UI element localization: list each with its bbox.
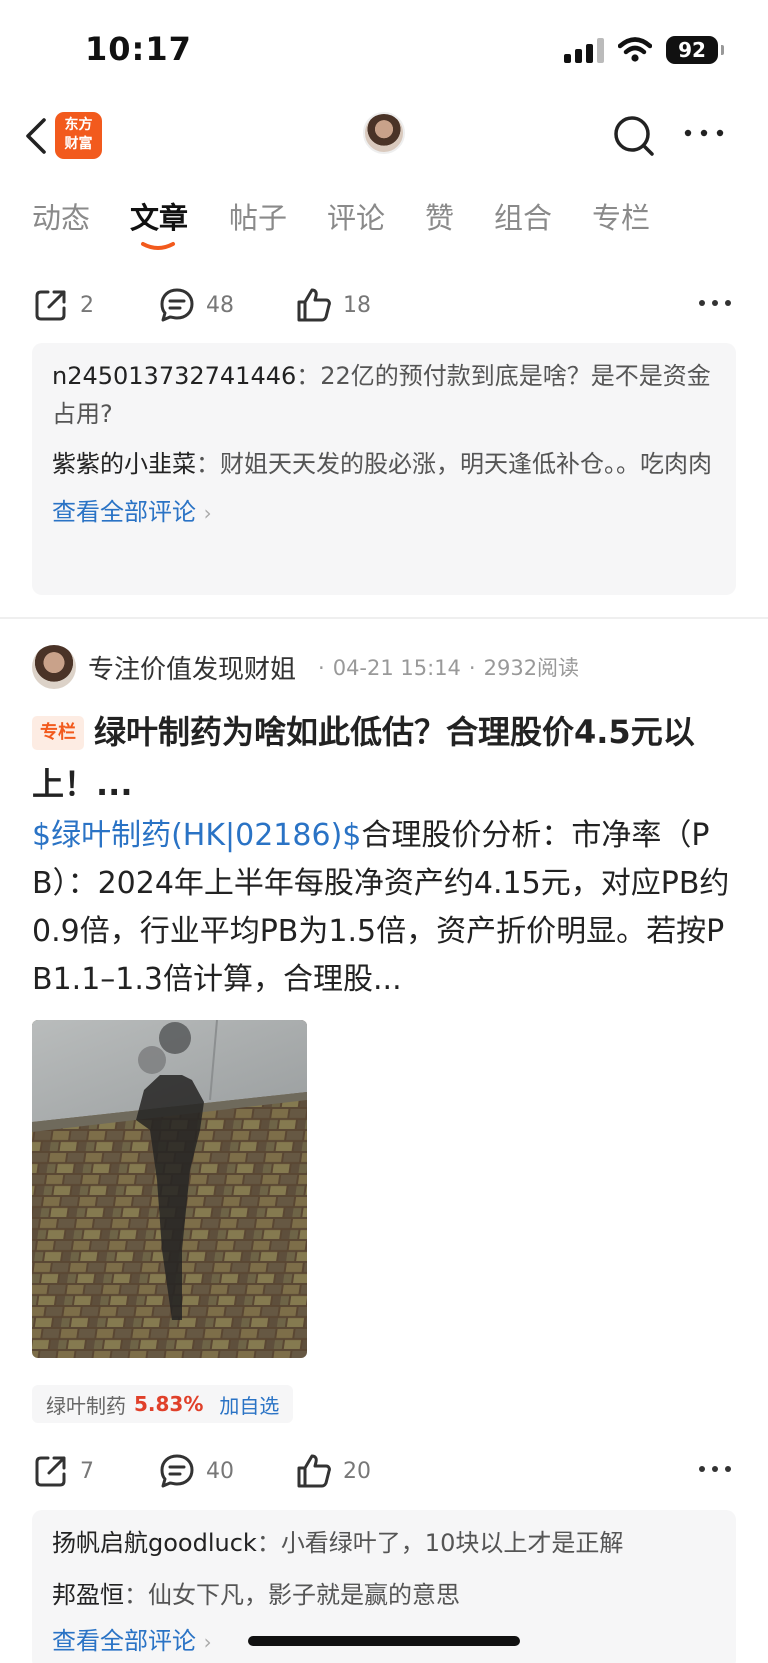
comment-item: 紫紫的小韭菜：财姐天天发的股必涨，明天逢低补仓。。吃肉肉 — [52, 450, 712, 478]
comment-user[interactable]: n245013732741446 — [52, 362, 296, 390]
comment-user[interactable]: 邦盈恒 — [52, 1581, 124, 1609]
share-count: 2 — [80, 292, 94, 318]
thumbs-up-icon — [297, 288, 331, 322]
comment-item: 扬帆启航goodluck：小看绿叶了，10块以上才是正解 — [52, 1529, 624, 1557]
comment-user[interactable]: 紫紫的小韭菜 — [52, 450, 196, 478]
author-name[interactable]: 专注价值发现财姐 — [88, 649, 296, 686]
share-icon — [35, 290, 66, 321]
comment-icon — [160, 288, 194, 322]
share-button[interactable]: 7 — [32, 1452, 94, 1490]
comment-count: 40 — [206, 1458, 234, 1484]
status-bar: 10:17 92 — [0, 0, 768, 100]
like-button[interactable]: 20 — [295, 1452, 371, 1490]
post-actions: 2 48 18 — [0, 278, 768, 328]
post-image[interactable] — [32, 1020, 307, 1358]
tab-column[interactable]: 专栏 — [592, 195, 650, 237]
tab-comments[interactable]: 评论 — [327, 195, 385, 237]
thumbs-up-icon — [297, 1454, 331, 1488]
article-excerpt[interactable]: $绿叶制药(HK|02186)$合理股价分析：市净率（PB）：2024年上半年每… — [32, 812, 740, 1004]
comment-item: 邦盈恒：仙女下凡，影子就是赢的意思 — [52, 1581, 460, 1609]
tab-dynamics[interactable]: 动态 — [32, 195, 90, 237]
stock-change: 5.83% — [134, 1392, 204, 1416]
share-icon — [35, 1456, 66, 1487]
app-logo[interactable]: 东方 财富 — [55, 112, 102, 159]
comment-text: 小看绿叶了，10块以上才是正解 — [280, 1529, 624, 1557]
stock-chip[interactable]: 绿叶制药 5.83% 加自选 — [32, 1385, 294, 1423]
post-actions: 7 40 20 — [0, 1444, 768, 1494]
search-icon[interactable] — [612, 114, 656, 158]
comment-button[interactable]: 40 — [158, 1452, 234, 1490]
comment-button[interactable]: 48 — [158, 286, 234, 324]
battery-icon: 92 — [666, 36, 724, 64]
chevron-right-icon: › — [203, 501, 212, 525]
post-meta: · 04-21 15:14 · 2932阅读 — [318, 656, 580, 680]
more-options-icon[interactable] — [698, 298, 732, 308]
column-tag: 专栏 — [32, 716, 84, 750]
comment-icon — [160, 1454, 194, 1488]
chevron-right-icon: › — [203, 1630, 212, 1654]
tab-posts[interactable]: 帖子 — [229, 195, 287, 237]
comment-user[interactable]: 扬帆启航goodluck — [52, 1529, 257, 1557]
tab-articles[interactable]: 文章 — [130, 195, 188, 237]
comment-count: 48 — [206, 292, 234, 318]
author-avatar[interactable] — [32, 645, 76, 689]
home-indicator[interactable] — [248, 1636, 520, 1646]
nav-bar: 东方 财富 — [0, 100, 768, 172]
share-count: 7 — [80, 1458, 94, 1484]
wifi-icon — [618, 37, 652, 62]
share-button[interactable]: 2 — [32, 286, 94, 324]
stock-name: 绿叶制药 — [46, 1393, 126, 1418]
read-count: 2932阅读 — [483, 656, 580, 680]
post-author-row: 专注价值发现财姐 · 04-21 15:14 · 2932阅读 — [32, 643, 579, 691]
status-icons: 92 — [564, 36, 724, 64]
comment-item: n245013732741446：22亿的预付款到底是啥？是不是资金占用? — [52, 362, 711, 428]
tab-likes[interactable]: 赞 — [425, 195, 454, 237]
profile-tabs: 动态 文章 帖子 评论 赞 组合 专栏 — [0, 195, 768, 255]
cellular-signal-icon — [564, 37, 604, 63]
like-count: 18 — [343, 292, 371, 318]
tab-portfolio[interactable]: 组合 — [494, 195, 552, 237]
like-count: 20 — [343, 1458, 371, 1484]
profile-avatar[interactable] — [363, 112, 405, 154]
stock-link[interactable]: $绿叶制药(HK|02186)$ — [32, 818, 361, 853]
comment-text: 财姐天天发的股必涨，明天逢低补仓。。吃肉肉 — [220, 450, 712, 478]
comment-text: 仙女下凡，影子就是赢的意思 — [148, 1581, 460, 1609]
post-date: 04-21 15:14 — [332, 656, 461, 680]
like-button[interactable]: 18 — [295, 286, 371, 324]
add-to-watchlist-button[interactable]: 加自选 — [219, 1390, 279, 1419]
more-options-icon[interactable] — [680, 118, 728, 148]
status-time: 10:17 — [85, 30, 192, 68]
active-tab-indicator — [141, 242, 175, 250]
article-title[interactable]: 专栏 绿叶制药为啥如此低估？合理股价4.5元以上！... — [32, 706, 738, 810]
more-options-icon[interactable] — [698, 1464, 732, 1474]
back-arrow-icon[interactable] — [18, 114, 58, 158]
view-all-comments-link[interactable]: 查看全部评论 › — [52, 495, 716, 530]
comments-preview: n245013732741446：22亿的预付款到底是啥？是不是资金占用? 紫紫… — [32, 343, 736, 595]
divider — [0, 617, 768, 619]
